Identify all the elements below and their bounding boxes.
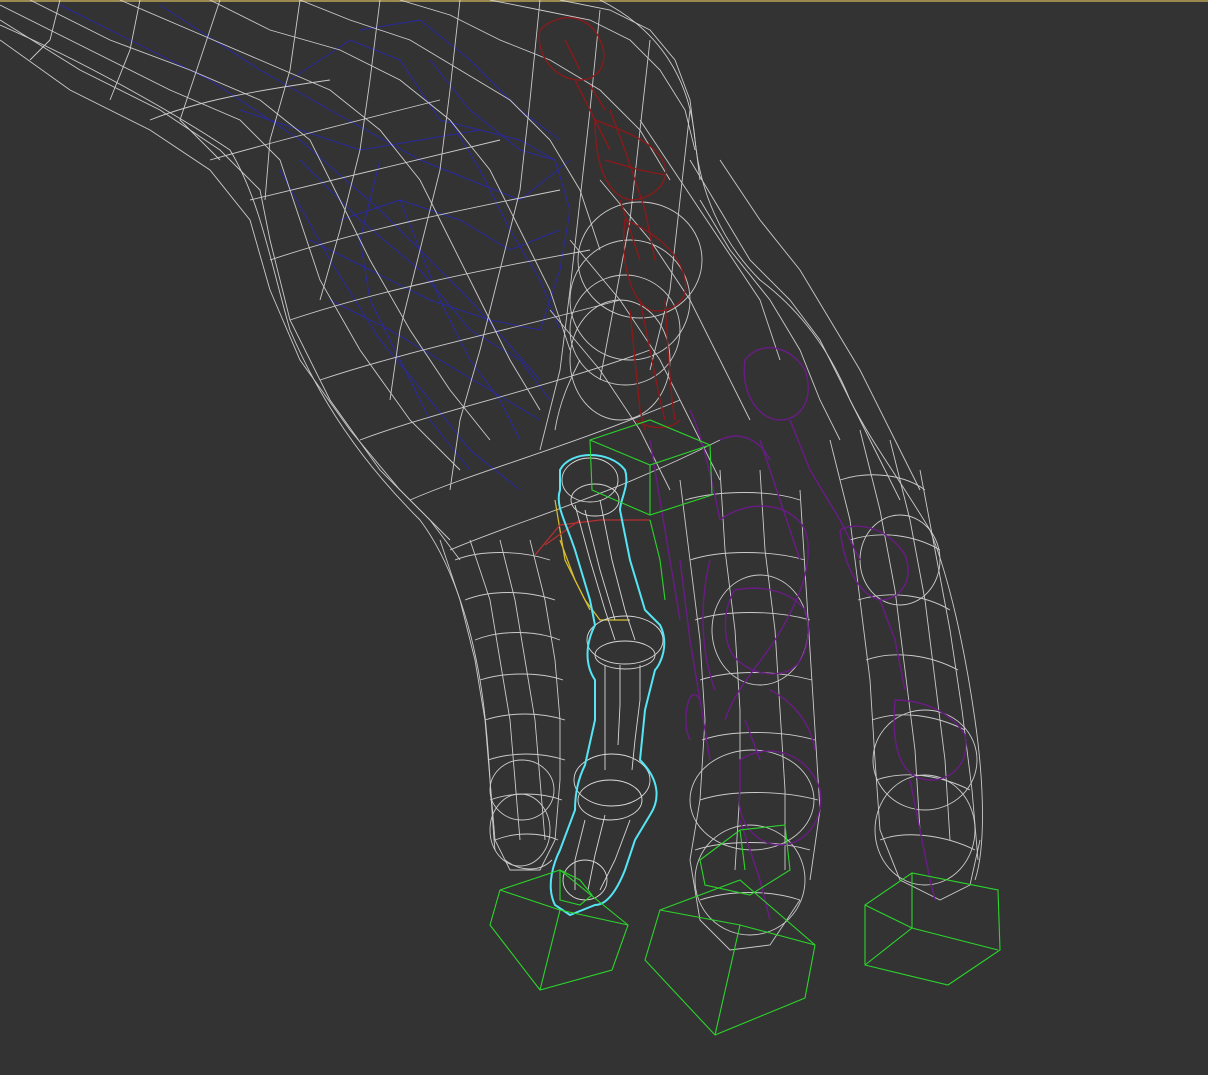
index-tip-helper[interactable] bbox=[490, 870, 628, 990]
helper-objects[interactable] bbox=[490, 420, 1000, 1035]
palm-bones[interactable] bbox=[60, 5, 570, 490]
hand-mesh[interactable] bbox=[0, 0, 983, 950]
3d-viewport[interactable] bbox=[0, 0, 1208, 1075]
ring-pinky-bones[interactable] bbox=[650, 348, 966, 920]
bone-links bbox=[535, 500, 650, 620]
ring-tip-helper[interactable] bbox=[645, 825, 815, 1035]
wireframe-scene[interactable] bbox=[0, 0, 1208, 1075]
